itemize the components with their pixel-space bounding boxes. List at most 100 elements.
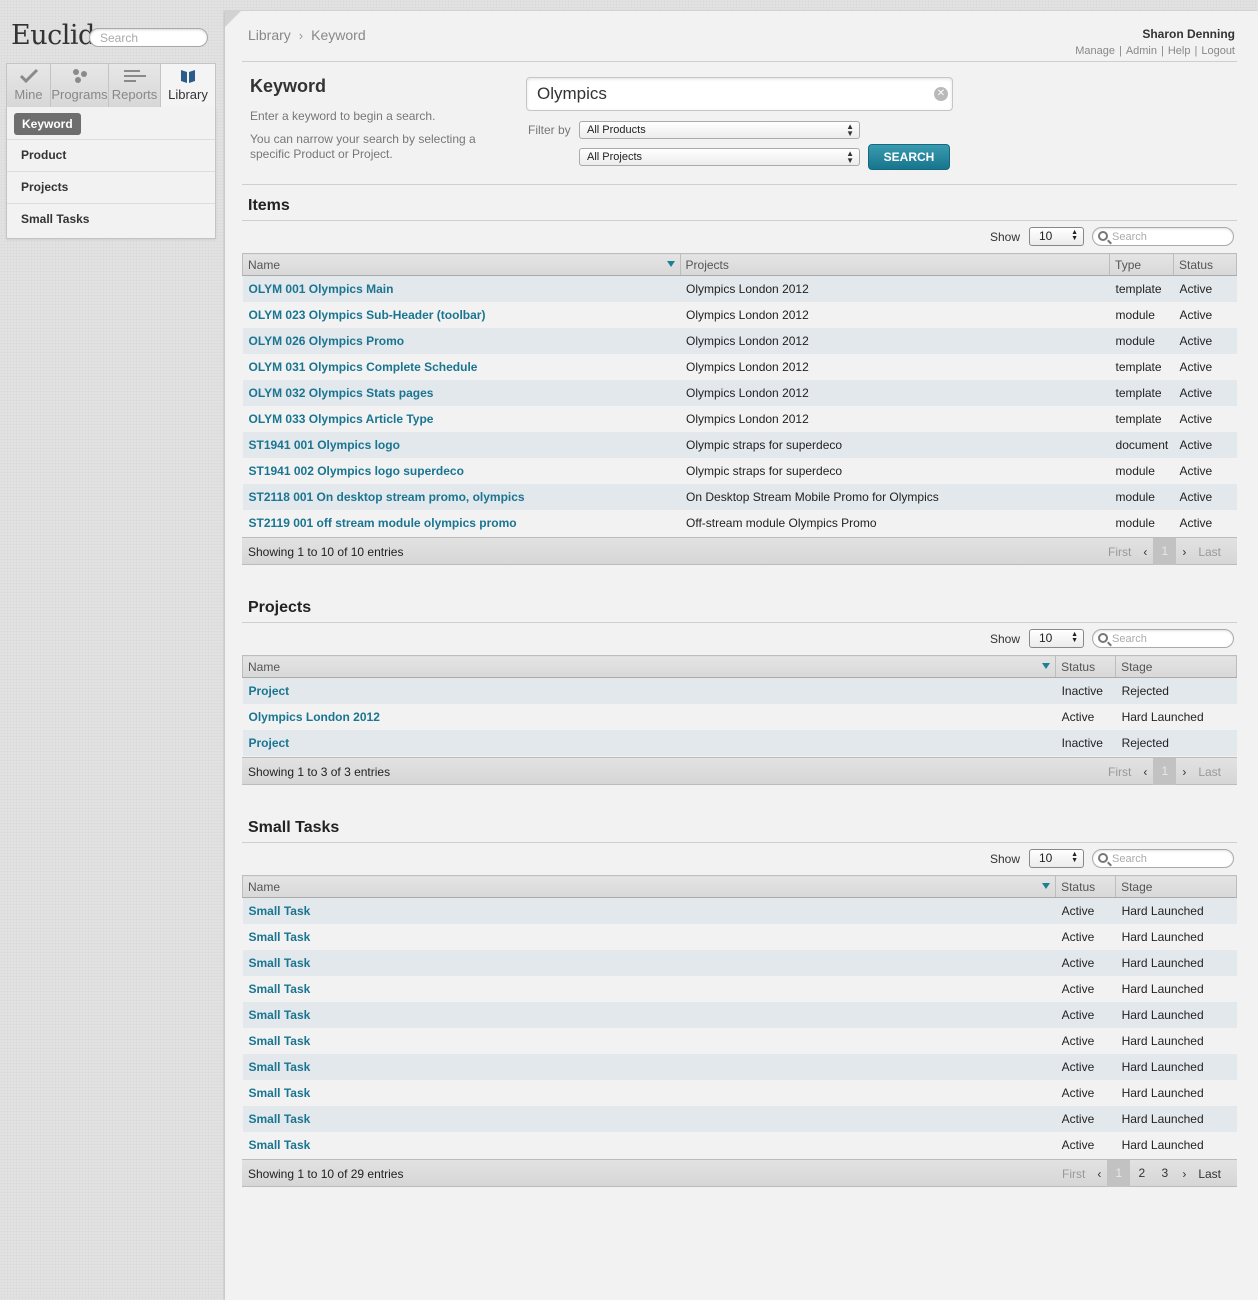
- item-name-link[interactable]: OLYM 023 Olympics Sub-Header (toolbar): [242, 301, 681, 328]
- tab-library[interactable]: Library: [161, 64, 215, 107]
- items-search-input[interactable]: [1112, 229, 1230, 244]
- chevron-right-icon[interactable]: ›: [1176, 765, 1192, 779]
- help-text-1: Enter a keyword to begin a search.: [250, 109, 436, 123]
- items-show-label: Show: [990, 230, 1021, 244]
- section-divider: [242, 220, 1237, 221]
- help-link[interactable]: Help: [1168, 45, 1191, 57]
- page-2-button[interactable]: 2: [1130, 1160, 1153, 1187]
- cell-type: module: [1109, 301, 1174, 328]
- app-logo[interactable]: Euclid: [11, 20, 95, 51]
- first-page-button[interactable]: First: [1102, 765, 1137, 779]
- chevron-left-icon[interactable]: ‹: [1091, 1167, 1107, 1181]
- task-name-link[interactable]: Small Task: [242, 1053, 1056, 1080]
- cell-status: Active: [1055, 703, 1116, 730]
- cell-status: Active: [1173, 301, 1237, 328]
- cell-type: template: [1109, 353, 1174, 380]
- item-name-link[interactable]: ST1941 001 Olympics logo: [242, 431, 681, 458]
- col-type[interactable]: Type: [1109, 253, 1175, 276]
- sidebar-item-product[interactable]: Product: [7, 139, 215, 171]
- item-name-link[interactable]: OLYM 001 Olympics Main: [242, 275, 681, 302]
- project-name-link[interactable]: Project: [242, 729, 1056, 756]
- tab-mine-label: Mine: [14, 87, 43, 102]
- tab-programs[interactable]: Programs: [51, 64, 109, 107]
- tab-reports[interactable]: Reports: [109, 64, 161, 107]
- tasks-page-size-value: 10: [1039, 851, 1053, 865]
- project-filter-select[interactable]: All Projects ▲ ▼: [579, 148, 860, 166]
- page-1-button[interactable]: 1: [1153, 758, 1177, 785]
- sidebar-panel: Keyword Product Projects Small Tasks: [6, 107, 216, 239]
- task-name-link[interactable]: Small Task: [242, 1079, 1056, 1106]
- cell-type: module: [1109, 483, 1174, 510]
- item-name-link[interactable]: ST2118 001 On desktop stream promo, olym…: [242, 483, 681, 510]
- task-name-link[interactable]: Small Task: [242, 975, 1056, 1002]
- product-filter-select[interactable]: All Products ▲ ▼: [579, 121, 860, 139]
- item-name-link[interactable]: ST1941 002 Olympics logo superdeco: [242, 457, 681, 484]
- col-stage[interactable]: Stage: [1115, 875, 1237, 898]
- user-menu: Manage | Admin | Help | Logout: [1075, 45, 1235, 57]
- sidebar-item-keyword[interactable]: Keyword: [14, 113, 81, 135]
- page-1-button[interactable]: 1: [1153, 538, 1177, 565]
- tab-mine[interactable]: Mine: [7, 64, 51, 107]
- cell-stage: Hard Launched: [1115, 1079, 1237, 1106]
- cell-status: Active: [1173, 431, 1237, 458]
- task-name-link[interactable]: Small Task: [242, 1001, 1056, 1028]
- page-1-button[interactable]: 1: [1107, 1160, 1131, 1187]
- search-button[interactable]: SEARCH: [868, 144, 950, 170]
- projects-search-input[interactable]: [1112, 631, 1230, 646]
- col-name[interactable]: Name: [241, 875, 1057, 898]
- sidebar-item-small-tasks[interactable]: Small Tasks: [7, 203, 215, 235]
- first-page-button[interactable]: First: [1056, 1167, 1091, 1181]
- task-name-link[interactable]: Small Task: [242, 1105, 1056, 1132]
- admin-link[interactable]: Admin: [1126, 45, 1157, 57]
- col-name[interactable]: Name: [241, 655, 1057, 678]
- col-projects[interactable]: Projects: [679, 253, 1111, 276]
- last-page-button[interactable]: Last: [1192, 545, 1227, 559]
- task-name-link[interactable]: Small Task: [242, 1027, 1056, 1054]
- chevron-left-icon[interactable]: ‹: [1137, 765, 1153, 779]
- col-name[interactable]: Name: [242, 253, 681, 276]
- cell-stage: Hard Launched: [1115, 923, 1237, 950]
- tasks-search-input[interactable]: [1112, 851, 1230, 866]
- manage-link[interactable]: Manage: [1075, 45, 1115, 57]
- chevron-left-icon[interactable]: ‹: [1137, 545, 1153, 559]
- task-name-link[interactable]: Small Task: [242, 897, 1056, 924]
- sidebar-item-projects[interactable]: Projects: [7, 171, 215, 203]
- col-status[interactable]: Status: [1173, 253, 1237, 276]
- items-page-size-select[interactable]: 10 ▲ ▼: [1029, 227, 1084, 246]
- tasks-page-size-select[interactable]: 10 ▲ ▼: [1029, 849, 1084, 868]
- table-row: ST2118 001 On desktop stream promo, olym…: [242, 483, 1237, 510]
- task-name-link[interactable]: Small Task: [242, 949, 1056, 976]
- logout-link[interactable]: Logout: [1201, 45, 1235, 57]
- col-stage[interactable]: Stage: [1115, 655, 1237, 678]
- item-name-link[interactable]: OLYM 031 Olympics Complete Schedule: [242, 353, 681, 380]
- cell-project: Olympics London 2012: [680, 379, 1110, 406]
- table-row: Small Task Active Hard Launched: [242, 1001, 1237, 1028]
- chevron-right-icon[interactable]: ›: [1176, 545, 1192, 559]
- cell-status: Active: [1173, 379, 1237, 406]
- chevron-right-icon[interactable]: ›: [1176, 1167, 1192, 1181]
- project-name-link[interactable]: Project: [242, 677, 1056, 704]
- task-name-link[interactable]: Small Task: [242, 1131, 1056, 1158]
- global-search-input[interactable]: [89, 28, 208, 47]
- item-name-link[interactable]: OLYM 033 Olympics Article Type: [242, 405, 681, 432]
- projects-title: Projects: [248, 599, 312, 616]
- item-name-link[interactable]: OLYM 026 Olympics Promo: [242, 327, 681, 354]
- table-row: Small Task Active Hard Launched: [242, 1105, 1237, 1132]
- breadcrumb-library[interactable]: Library: [248, 27, 291, 43]
- page-3-button[interactable]: 3: [1153, 1160, 1176, 1187]
- task-name-link[interactable]: Small Task: [242, 923, 1056, 950]
- projects-page-size-select[interactable]: 10 ▲ ▼: [1029, 629, 1084, 648]
- col-status[interactable]: Status: [1055, 655, 1117, 678]
- item-name-link[interactable]: ST2119 001 off stream module olympics pr…: [242, 509, 681, 536]
- item-name-link[interactable]: OLYM 032 Olympics Stats pages: [242, 379, 681, 406]
- last-page-button[interactable]: Last: [1192, 1167, 1227, 1181]
- col-status[interactable]: Status: [1055, 875, 1117, 898]
- keyword-input[interactable]: [527, 78, 917, 110]
- last-page-button[interactable]: Last: [1192, 765, 1227, 779]
- project-name-link[interactable]: Olympics London 2012: [242, 703, 1056, 730]
- first-page-button[interactable]: First: [1102, 545, 1137, 559]
- table-row: OLYM 033 Olympics Article Type Olympics L…: [242, 405, 1237, 432]
- projects-search-field: [1092, 629, 1234, 648]
- table-row: ST1941 001 Olympics logo Olympic straps f…: [242, 431, 1237, 458]
- clear-icon[interactable]: ✕: [934, 87, 948, 101]
